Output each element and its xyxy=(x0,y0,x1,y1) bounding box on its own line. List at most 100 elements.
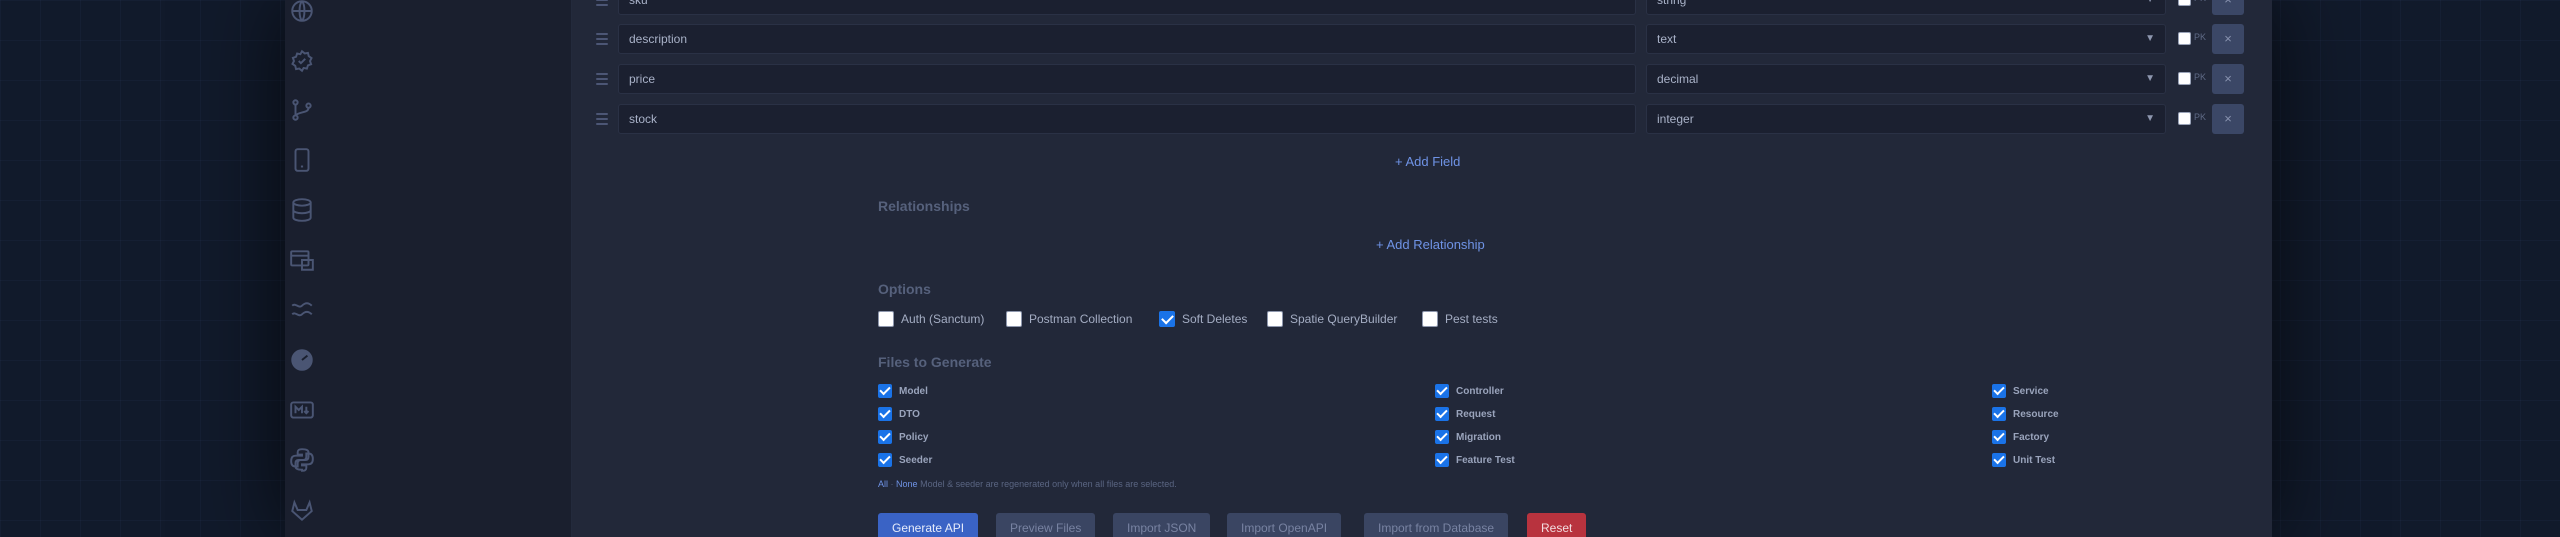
file-label: Service xyxy=(2013,385,2049,397)
chevron-down-icon: ▼ xyxy=(2145,113,2155,124)
file-label: Feature Test xyxy=(1456,454,1515,466)
field-type-select[interactable]: integer ▼ xyxy=(1646,104,2166,134)
file-resource[interactable]: Resource xyxy=(1992,406,2059,422)
checkbox[interactable] xyxy=(1422,311,1438,327)
drag-handle-icon[interactable] xyxy=(596,113,608,125)
option-label: Postman Collection xyxy=(1029,312,1133,326)
file-controller[interactable]: Controller xyxy=(1435,383,1504,399)
select-none-link[interactable]: None xyxy=(896,479,918,489)
chevron-down-icon: ▼ xyxy=(2145,33,2155,44)
field-type-select[interactable]: decimal ▼ xyxy=(1646,64,2166,94)
pk-label: PK xyxy=(2194,72,2207,82)
checkbox[interactable] xyxy=(878,453,892,467)
generate-api-button[interactable]: Generate API xyxy=(878,513,979,537)
delete-field-button[interactable]: × xyxy=(2212,0,2244,15)
option-postman-collection[interactable]: Postman Collection xyxy=(1006,310,1132,328)
database-icon[interactable] xyxy=(285,193,319,227)
field-name-input[interactable]: price xyxy=(618,64,1636,94)
check-badge-icon[interactable] xyxy=(285,44,319,78)
preview-files-button[interactable]: Preview Files xyxy=(996,513,1096,537)
checkbox[interactable] xyxy=(1267,311,1283,327)
pk-checkbox[interactable] xyxy=(2178,32,2191,45)
delete-field-button[interactable]: × xyxy=(2212,104,2244,134)
file-seeder[interactable]: Seeder xyxy=(878,452,932,468)
python-icon[interactable] xyxy=(285,443,319,477)
checkbox[interactable] xyxy=(1992,453,2006,467)
checkbox[interactable] xyxy=(878,384,892,398)
gauge-icon[interactable] xyxy=(285,343,319,377)
file-factory[interactable]: Factory xyxy=(1992,429,2049,445)
main-panel: sku string ▼ PK × description text ▼ PK … xyxy=(572,0,2272,537)
pk-checkbox[interactable] xyxy=(2178,0,2191,6)
file-request[interactable]: Request xyxy=(1435,406,1495,422)
checkbox[interactable] xyxy=(1006,311,1022,327)
file-label: Resource xyxy=(2013,408,2059,420)
file-label: Request xyxy=(1456,408,1496,420)
pk-checkbox[interactable] xyxy=(2178,72,2191,85)
field-name-input[interactable]: description xyxy=(618,24,1636,54)
select-all-link[interactable]: All xyxy=(878,479,888,489)
field-row: sku string ▼ PK × xyxy=(572,0,2272,15)
field-row: description text ▼ PK × xyxy=(572,24,2272,54)
checkbox[interactable] xyxy=(1435,407,1449,421)
globe-icon[interactable] xyxy=(285,0,319,28)
field-name-input[interactable]: sku xyxy=(618,0,1636,15)
wave-icon[interactable] xyxy=(285,293,319,327)
drag-handle-icon[interactable] xyxy=(596,0,608,6)
file-unit-test[interactable]: Unit Test xyxy=(1992,452,2055,468)
checkbox[interactable] xyxy=(1435,453,1449,467)
markdown-icon[interactable] xyxy=(285,393,319,427)
add-field-link[interactable]: + Add Field xyxy=(1395,154,1460,169)
file-model[interactable]: Model xyxy=(878,383,928,399)
checkbox[interactable] xyxy=(878,407,892,421)
checkbox[interactable] xyxy=(878,430,892,444)
checkbox[interactable] xyxy=(1159,311,1175,327)
delete-field-button[interactable]: × xyxy=(2212,64,2244,94)
add-relationship-link[interactable]: + Add Relationship xyxy=(1376,237,1485,252)
checkbox[interactable] xyxy=(1435,430,1449,444)
import-json-button[interactable]: Import JSON xyxy=(1113,513,1211,537)
checkbox[interactable] xyxy=(878,311,894,327)
checkbox[interactable] xyxy=(1992,407,2006,421)
field-name-input[interactable]: stock xyxy=(618,104,1636,134)
file-dto[interactable]: DTO xyxy=(878,406,920,422)
checkbox[interactable] xyxy=(1992,430,2006,444)
option-spatie-querybuilder[interactable]: Spatie QueryBuilder xyxy=(1267,310,1397,328)
drag-handle-icon[interactable] xyxy=(596,33,608,45)
app-window: sku string ▼ PK × description text ▼ PK … xyxy=(285,0,2272,537)
file-migration[interactable]: Migration xyxy=(1435,429,1501,445)
checkbox[interactable] xyxy=(1992,384,2006,398)
option-auth-sanctum[interactable]: Auth (Sanctum) xyxy=(878,310,984,328)
file-label: DTO xyxy=(899,408,920,420)
gitlab-icon[interactable] xyxy=(285,493,319,527)
field-type-value: decimal xyxy=(1657,72,1699,86)
file-service[interactable]: Service xyxy=(1992,383,2049,399)
layout-icon[interactable] xyxy=(285,243,319,277)
file-policy[interactable]: Policy xyxy=(878,429,928,445)
mobile-icon[interactable] xyxy=(285,143,319,177)
drag-handle-icon[interactable] xyxy=(596,73,608,85)
file-feature-test[interactable]: Feature Test xyxy=(1435,452,1515,468)
field-type-select[interactable]: text ▼ xyxy=(1646,24,2166,54)
reset-button[interactable]: Reset xyxy=(1527,513,1587,537)
delete-field-button[interactable]: × xyxy=(2212,24,2244,54)
option-pest-tests[interactable]: Pest tests xyxy=(1422,310,1498,328)
import-database-button[interactable]: Import from Database xyxy=(1364,513,1509,537)
option-soft-deletes[interactable]: Soft Deletes xyxy=(1159,310,1247,328)
file-label: Unit Test xyxy=(2013,454,2056,466)
field-type-value: text xyxy=(1657,32,1677,46)
field-type-value: integer xyxy=(1657,112,1694,126)
file-label: Factory xyxy=(2013,431,2050,443)
pk-checkbox[interactable] xyxy=(2178,112,2191,125)
field-row: price decimal ▼ PK × xyxy=(572,64,2272,94)
files-title: Files to Generate xyxy=(878,354,992,370)
checkbox[interactable] xyxy=(1435,384,1449,398)
field-type-select[interactable]: string ▼ xyxy=(1646,0,2166,15)
sidebar xyxy=(285,0,572,537)
pk-label: PK xyxy=(2194,112,2207,122)
hint-text: Model & seeder are regenerated only when… xyxy=(920,479,1177,489)
relationships-title: Relationships xyxy=(878,198,970,214)
pk-label: PK xyxy=(2194,32,2207,42)
git-branch-icon[interactable] xyxy=(285,93,319,127)
import-openapi-button[interactable]: Import OpenAPI xyxy=(1227,513,1342,537)
